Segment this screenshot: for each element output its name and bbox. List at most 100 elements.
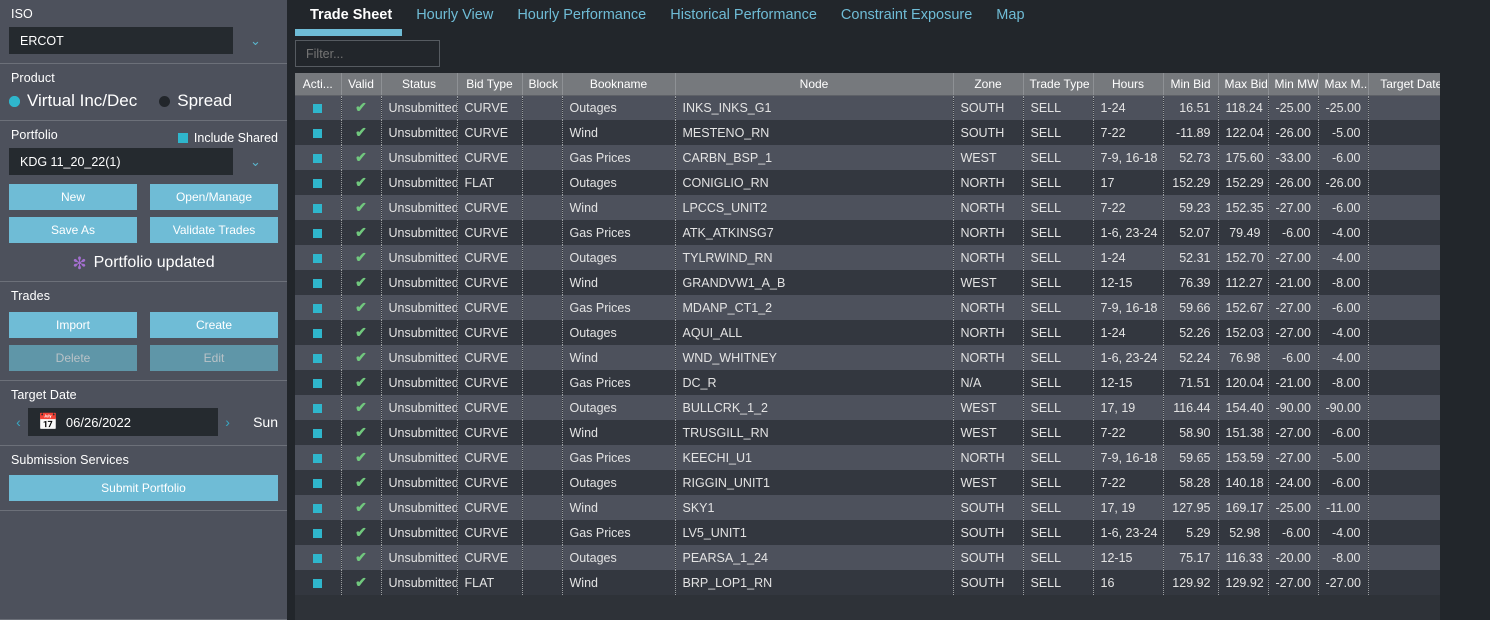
row-action-icon[interactable] <box>313 303 323 313</box>
cell-action[interactable] <box>295 270 342 295</box>
chevron-down-icon[interactable]: ⌄ <box>233 27 278 54</box>
include-shared-checkbox[interactable]: Include Shared <box>177 131 278 145</box>
table-row[interactable]: ✔ Unsubmitted CURVE Gas Prices LV5_UNIT1 SOUT… <box>295 520 1481 545</box>
row-action-icon[interactable] <box>313 278 323 288</box>
column-header-max-bid[interactable]: Max Bid <box>1218 73 1269 96</box>
row-action-icon[interactable] <box>313 153 323 163</box>
cell-action[interactable] <box>295 320 342 345</box>
column-header-zone[interactable]: Zone <box>953 73 1024 96</box>
table-row[interactable]: ✔ Unsubmitted FLAT Wind BRP_LOP1_RN SOUTH SELL… <box>295 570 1481 595</box>
cell-action[interactable] <box>295 570 342 595</box>
table-row[interactable]: ✔ Unsubmitted CURVE Wind TRUSGILL_RN WEST SELL… <box>295 420 1481 445</box>
table-row[interactable]: ✔ Unsubmitted CURVE Outages RIGGIN_UNIT1 WEST… <box>295 470 1481 495</box>
row-action-icon[interactable] <box>313 178 323 188</box>
row-action-icon[interactable] <box>313 228 323 238</box>
column-header-status[interactable]: Status <box>381 73 458 96</box>
table-row[interactable]: ✔ Unsubmitted CURVE Outages TYLRWIND_RN NORTH… <box>295 245 1481 270</box>
cell-action[interactable] <box>295 495 342 520</box>
table-row[interactable]: ✔ Unsubmitted CURVE Gas Prices CARBN_BSP_1 WE… <box>295 145 1481 170</box>
cell-action[interactable] <box>295 395 342 420</box>
open-manage-portfolio-button[interactable]: Open/Manage <box>150 184 278 210</box>
previous-day-button[interactable]: ‹ <box>9 408 28 436</box>
radio-virtual-inc-dec[interactable]: Virtual Inc/Dec <box>9 91 137 111</box>
trade-sheet-grid[interactable]: Acti... Valid Status Bid Type Block Book… <box>295 73 1490 620</box>
column-header-action[interactable]: Acti... <box>295 73 342 96</box>
row-action-icon[interactable] <box>313 428 323 438</box>
table-row[interactable]: ✔ Unsubmitted CURVE Wind LPCCS_UNIT2 NORTH SEL… <box>295 195 1481 220</box>
cell-action[interactable] <box>295 170 342 195</box>
edit-trade-button[interactable]: Edit <box>150 345 278 371</box>
validate-trades-button[interactable]: Validate Trades <box>150 217 278 243</box>
tab-constraint-exposure[interactable]: Constraint Exposure <box>829 0 984 29</box>
portfolio-select[interactable]: KDG 11_20_22(1) ⌄ <box>9 148 278 175</box>
table-row[interactable]: ✔ Unsubmitted CURVE Wind SKY1 SOUTH SELL 17, 19… <box>295 495 1481 520</box>
cell-action[interactable] <box>295 545 342 570</box>
new-portfolio-button[interactable]: New <box>9 184 137 210</box>
row-action-icon[interactable] <box>313 528 323 538</box>
column-header-max-mw[interactable]: Max M... <box>1318 73 1369 96</box>
cell-action[interactable] <box>295 420 342 445</box>
tab-hourly-performance[interactable]: Hourly Performance <box>505 0 658 29</box>
row-action-icon[interactable] <box>313 403 323 413</box>
create-trade-button[interactable]: Create <box>150 312 278 338</box>
row-action-icon[interactable] <box>313 578 323 588</box>
cell-action[interactable] <box>295 370 342 395</box>
cell-action[interactable] <box>295 145 342 170</box>
column-header-valid[interactable]: Valid <box>341 73 382 96</box>
table-row[interactable]: ✔ Unsubmitted CURVE Outages INKS_INKS_G1 SOUT… <box>295 95 1481 120</box>
column-header-bid-type[interactable]: Bid Type <box>457 73 523 96</box>
tab-trade-sheet[interactable]: Trade Sheet <box>298 0 404 29</box>
cell-action[interactable] <box>295 445 342 470</box>
cell-action[interactable] <box>295 195 342 220</box>
cell-action[interactable] <box>295 520 342 545</box>
target-date-input[interactable]: 📅 06/26/2022 <box>28 408 219 436</box>
row-action-icon[interactable] <box>313 453 323 463</box>
row-action-icon[interactable] <box>313 328 323 338</box>
column-header-bookname[interactable]: Bookname <box>562 73 676 96</box>
column-header-block[interactable]: Block <box>522 73 563 96</box>
row-action-icon[interactable] <box>313 503 323 513</box>
submit-portfolio-button[interactable]: Submit Portfolio <box>9 475 278 501</box>
table-row[interactable]: ✔ Unsubmitted CURVE Gas Prices DC_R N/A SELL 12… <box>295 370 1481 395</box>
column-header-trade-type[interactable]: Trade Type <box>1023 73 1094 96</box>
row-action-icon[interactable] <box>313 253 323 263</box>
column-header-min-mw[interactable]: Min MW <box>1268 73 1319 96</box>
radio-spread[interactable]: Spread <box>159 91 232 111</box>
table-row[interactable]: ✔ Unsubmitted CURVE Wind WND_WHITNEY NORTH SEL… <box>295 345 1481 370</box>
row-action-icon[interactable] <box>313 478 323 488</box>
row-action-icon[interactable] <box>313 128 323 138</box>
cell-action[interactable] <box>295 220 342 245</box>
row-action-icon[interactable] <box>313 553 323 563</box>
table-row[interactable]: ✔ Unsubmitted CURVE Gas Prices ATK_ATKINSG7 N… <box>295 220 1481 245</box>
cell-action[interactable] <box>295 95 342 120</box>
import-trades-button[interactable]: Import <box>9 312 137 338</box>
row-action-icon[interactable] <box>313 353 323 363</box>
tab-historical-performance[interactable]: Historical Performance <box>658 0 829 29</box>
table-row[interactable]: ✔ Unsubmitted FLAT Outages CONIGLIO_RN NORTH S… <box>295 170 1481 195</box>
table-row[interactable]: ✔ Unsubmitted CURVE Outages AQUI_ALL NORTH SEL… <box>295 320 1481 345</box>
filter-input[interactable] <box>295 40 440 67</box>
iso-select[interactable]: ERCOT ⌄ <box>9 27 278 54</box>
row-action-icon[interactable] <box>313 378 323 388</box>
table-row[interactable]: ✔ Unsubmitted CURVE Outages PEARSA_1_24 SOUTH… <box>295 545 1481 570</box>
chevron-down-icon[interactable]: ⌄ <box>233 148 278 175</box>
cell-action[interactable] <box>295 245 342 270</box>
column-header-node[interactable]: Node <box>675 73 954 96</box>
table-row[interactable]: ✔ Unsubmitted CURVE Gas Prices MDANP_CT1_2 NO… <box>295 295 1481 320</box>
next-day-button[interactable]: › <box>218 408 237 436</box>
cell-action[interactable] <box>295 120 342 145</box>
table-row[interactable]: ✔ Unsubmitted CURVE Wind MESTENO_RN SOUTH SELL… <box>295 120 1481 145</box>
cell-action[interactable] <box>295 345 342 370</box>
column-header-min-bid[interactable]: Min Bid <box>1163 73 1219 96</box>
tab-map[interactable]: Map <box>984 0 1036 29</box>
save-as-portfolio-button[interactable]: Save As <box>9 217 137 243</box>
delete-trade-button[interactable]: Delete <box>9 345 137 371</box>
row-action-icon[interactable] <box>313 103 323 113</box>
row-action-icon[interactable] <box>313 203 323 213</box>
cell-action[interactable] <box>295 295 342 320</box>
column-header-hours[interactable]: Hours <box>1093 73 1164 96</box>
table-row[interactable]: ✔ Unsubmitted CURVE Gas Prices KEECHI_U1 NORT… <box>295 445 1481 470</box>
table-row[interactable]: ✔ Unsubmitted CURVE Wind GRANDVW1_A_B WEST SEL… <box>295 270 1481 295</box>
tab-hourly-view[interactable]: Hourly View <box>404 0 505 29</box>
cell-action[interactable] <box>295 470 342 495</box>
